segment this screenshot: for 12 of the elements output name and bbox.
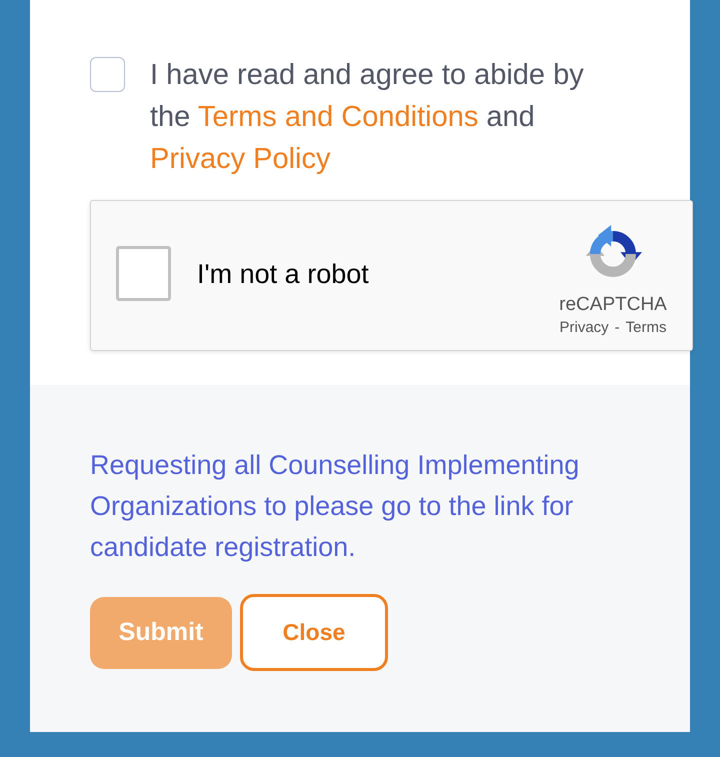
- captcha-brand: reCAPTCHA: [559, 293, 667, 317]
- notice-text: Requesting all Counselling Implementing Organizations to please go to the link for candidate registration.: [90, 449, 580, 564]
- captcha-link[interactable]: Privacy: [559, 319, 609, 337]
- text-link[interactable]: Privacy Policy: [150, 143, 330, 175]
- link-separator: -: [614, 319, 620, 337]
- text-link[interactable]: Terms and Conditions: [198, 101, 478, 133]
- captcha-checkbox[interactable]: [116, 246, 171, 301]
- close-button[interactable]: Close: [240, 594, 388, 671]
- terms-text: I have read and agree to abide by the Terms and Conditions and Privacy Policy: [150, 58, 585, 177]
- captcha-link[interactable]: Terms: [626, 319, 667, 337]
- captcha-label: I'm not a robot: [197, 258, 369, 290]
- terms-checkbox[interactable]: [90, 57, 125, 92]
